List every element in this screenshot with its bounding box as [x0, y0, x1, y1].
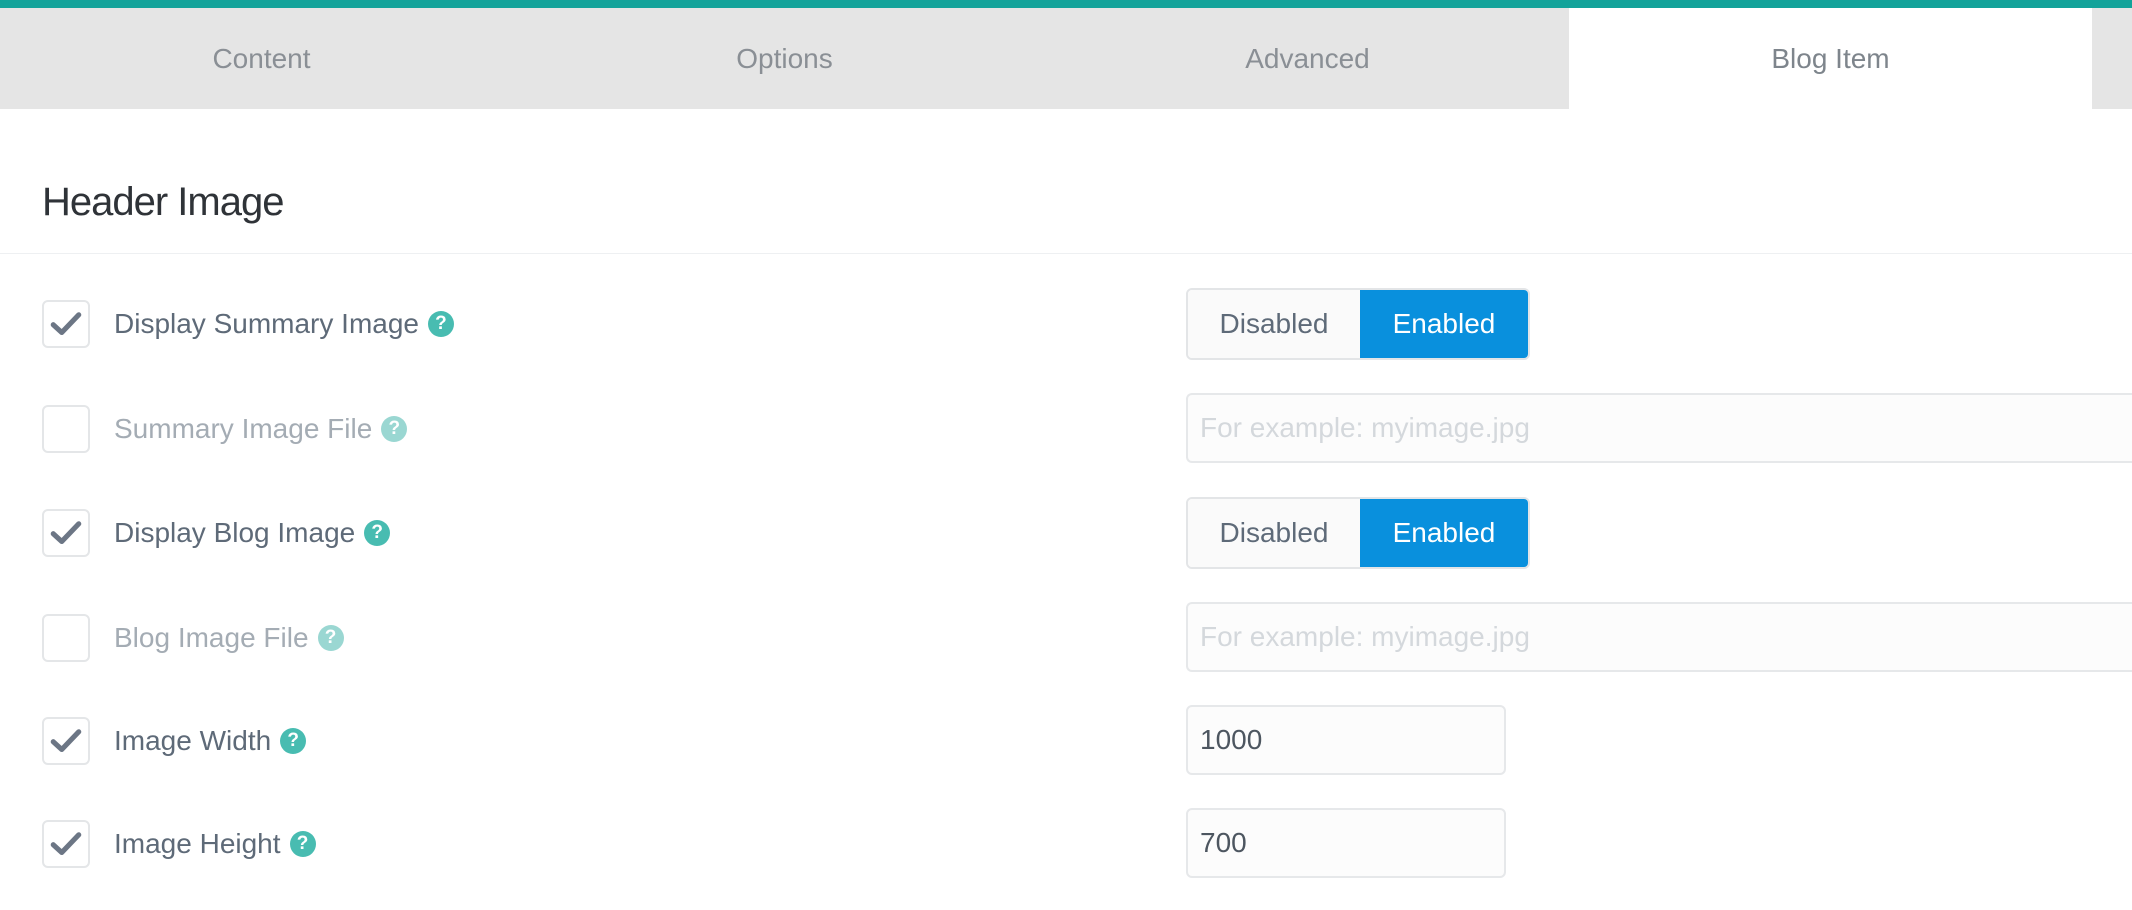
question-circle-icon[interactable]: ? [317, 625, 344, 651]
display-blog-image-label: Display Blog Image ? [114, 517, 391, 549]
question-circle-icon[interactable]: ? [280, 728, 307, 754]
blog-image-file-label: Blog Image File ? [114, 622, 344, 654]
image-width-label: Image Width ? [114, 725, 307, 757]
checkmark-icon [50, 312, 82, 336]
image-height-input[interactable] [1186, 808, 1506, 878]
row-display-blog-image: Display Blog Image ? Disabled Enabled [0, 497, 2132, 569]
row-blog-image-file: Blog Image File ? [0, 602, 2132, 674]
question-circle-icon[interactable]: ? [289, 831, 316, 857]
summary-image-file-label: Summary Image File ? [114, 413, 408, 445]
checkmark-icon [50, 832, 82, 856]
display-summary-image-disabled-option[interactable]: Disabled [1188, 290, 1360, 358]
image-height-checkbox[interactable] [42, 820, 90, 868]
display-blog-image-enabled-option[interactable]: Enabled [1360, 499, 1528, 567]
display-blog-image-checkbox[interactable] [42, 509, 90, 557]
display-summary-image-toggle: Disabled Enabled [1186, 288, 1530, 360]
image-width-input[interactable] [1186, 705, 1506, 775]
top-accent-bar [0, 0, 2132, 8]
checkmark-icon [50, 729, 82, 753]
tab-advanced[interactable]: Advanced [1046, 8, 1569, 109]
image-height-label: Image Height ? [114, 828, 316, 860]
section-title: Header Image [42, 180, 284, 224]
image-width-checkbox[interactable] [42, 717, 90, 765]
question-circle-icon[interactable]: ? [364, 520, 391, 546]
blog-image-file-checkbox[interactable] [42, 614, 90, 662]
summary-image-file-input[interactable] [1186, 393, 2132, 463]
display-summary-image-checkbox[interactable] [42, 300, 90, 348]
image-height-label-text: Image Height [114, 828, 281, 859]
question-circle-icon[interactable]: ? [381, 416, 408, 442]
row-image-height: Image Height ? [0, 808, 2132, 880]
tab-blog-item[interactable]: Blog Item [1569, 8, 2092, 109]
display-summary-image-label: Display Summary Image ? [114, 308, 454, 340]
display-blog-image-label-text: Display Blog Image [114, 517, 356, 548]
question-circle-icon[interactable]: ? [427, 311, 454, 337]
display-summary-image-enabled-option[interactable]: Enabled [1360, 290, 1528, 358]
section-divider [0, 253, 2132, 254]
tab-content[interactable]: Content [0, 8, 523, 109]
display-blog-image-disabled-option[interactable]: Disabled [1188, 499, 1360, 567]
tab-options[interactable]: Options [523, 8, 1046, 109]
summary-image-file-checkbox[interactable] [42, 405, 90, 453]
tab-bar: Content Options Advanced Blog Item [0, 8, 2132, 109]
summary-image-file-label-text: Summary Image File [114, 413, 373, 444]
row-image-width: Image Width ? [0, 705, 2132, 777]
checkmark-icon [50, 521, 82, 545]
image-width-label-text: Image Width [114, 725, 272, 756]
display-blog-image-toggle: Disabled Enabled [1186, 497, 1530, 569]
blog-image-file-label-text: Blog Image File [114, 622, 309, 653]
row-summary-image-file: Summary Image File ? [0, 393, 2132, 465]
row-display-summary-image: Display Summary Image ? Disabled Enabled [0, 288, 2132, 360]
blog-image-file-input[interactable] [1186, 602, 2132, 672]
display-summary-image-label-text: Display Summary Image [114, 308, 419, 339]
